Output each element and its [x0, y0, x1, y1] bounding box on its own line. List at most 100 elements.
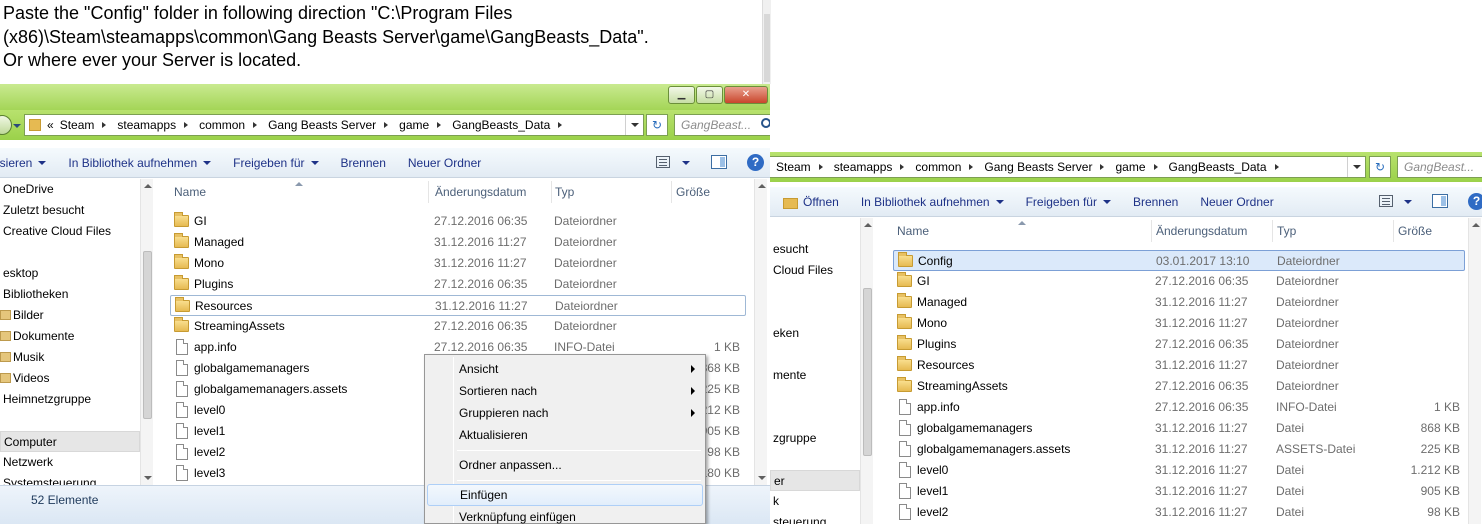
change-view-icon[interactable] — [1379, 195, 1393, 207]
menu-item-group-by[interactable]: Gruppieren nach — [427, 402, 703, 424]
nav-item[interactable] — [770, 302, 860, 323]
nav-item[interactable]: Musik — [0, 347, 140, 368]
file-list-scrollbar[interactable] — [754, 179, 767, 485]
menu-item-sort-by[interactable]: Sortieren nach — [427, 380, 703, 402]
nav-item[interactable]: Heimnetzgruppe — [0, 389, 140, 410]
close-button[interactable]: ✕ — [724, 86, 768, 104]
column-header-type[interactable]: Typ — [1273, 220, 1394, 242]
file-row[interactable]: app.info 27.12.2016 06:35 INFO-Datei 1 KB — [893, 397, 1465, 418]
scrollbar-thumb[interactable] — [143, 251, 152, 419]
file-row[interactable]: StreamingAssets 27.12.2016 06:35 Dateiordn… — [893, 376, 1465, 397]
breadcrumb-item[interactable]: game — [393, 118, 446, 132]
breadcrumb-item[interactable]: GangBeasts_Data — [446, 118, 567, 132]
new-folder-button[interactable]: Neuer Ordner — [397, 156, 492, 170]
nav-item[interactable]: steuerung — [770, 512, 860, 524]
nav-item[interactable] — [770, 344, 860, 365]
file-row[interactable]: Managed 31.12.2016 11:27 Dateiordner — [893, 292, 1465, 313]
file-row[interactable]: GI 27.12.2016 06:35 Dateiordner — [170, 211, 746, 232]
address-dropdown-icon[interactable] — [625, 115, 643, 135]
minimize-button[interactable]: ▁ — [668, 86, 695, 104]
share-with-button[interactable]: Freigeben für — [1015, 195, 1122, 209]
nav-item[interactable]: k — [770, 491, 860, 512]
back-button[interactable] — [0, 115, 12, 135]
add-to-library-button[interactable]: In Bibliothek aufnehmen — [57, 156, 222, 170]
menu-item-refresh[interactable]: Aktualisieren — [427, 424, 703, 446]
nav-item[interactable]: esktop — [0, 263, 140, 284]
file-row[interactable]: Managed 31.12.2016 11:27 Dateiordner — [170, 232, 746, 253]
column-header-date[interactable]: Änderungsdatum — [431, 181, 552, 203]
nav-item[interactable]: mente — [770, 365, 860, 386]
file-row[interactable]: StreamingAssets 27.12.2016 06:35 Dateiordn… — [170, 316, 746, 337]
file-row[interactable]: level2 31.12.2016 11:27 Datei 98 KB — [893, 502, 1465, 523]
scroll-down-icon[interactable] — [758, 476, 766, 480]
column-header-size[interactable]: Größe — [1394, 220, 1464, 242]
nav-item[interactable] — [770, 281, 860, 302]
refresh-icon[interactable]: ↻ — [1369, 156, 1391, 178]
column-header-size[interactable]: Größe — [672, 181, 750, 203]
nav-item[interactable] — [0, 242, 140, 263]
menu-item-customize-folder[interactable]: Ordner anpassen... — [427, 454, 703, 476]
nav-item[interactable]: Bibliotheken — [0, 284, 140, 305]
file-row[interactable]: Mono 31.12.2016 11:27 Dateiordner — [170, 253, 746, 274]
scroll-up-icon[interactable] — [864, 223, 872, 227]
preview-pane-icon[interactable] — [1432, 194, 1448, 208]
file-row[interactable]: Mono 31.12.2016 11:27 Dateiordner — [893, 313, 1465, 334]
file-row[interactable]: Resources 31.12.2016 11:27 Dateiordner — [170, 295, 746, 316]
scrollbar-thumb[interactable] — [863, 288, 872, 456]
menu-item-paste-shortcut[interactable]: Verknüpfung einfügen — [427, 506, 703, 524]
scroll-down-icon[interactable] — [144, 476, 152, 480]
nav-item[interactable]: Netzwerk — [0, 452, 140, 473]
search-icon[interactable] — [761, 118, 770, 128]
nav-item[interactable] — [770, 407, 860, 428]
nav-item[interactable] — [770, 386, 860, 407]
navigation-scrollbar[interactable] — [860, 218, 873, 524]
file-row[interactable]: globalgamemanagers.assets 31.12.2016 11:2… — [893, 439, 1465, 460]
scroll-up-icon[interactable] — [1472, 223, 1480, 227]
menu-item-view[interactable]: Ansicht — [427, 358, 703, 380]
nav-item[interactable]: esucht — [770, 239, 860, 260]
scroll-up-icon[interactable] — [758, 184, 766, 188]
breadcrumb-item[interactable]: common — [193, 118, 262, 132]
nav-item[interactable] — [0, 410, 140, 431]
file-row[interactable]: level1 31.12.2016 11:27 Datei 905 KB — [893, 481, 1465, 502]
nav-item[interactable]: Systemsteuerung — [0, 473, 140, 485]
breadcrumb-item[interactable]: Gang Beasts Server — [978, 160, 1109, 174]
history-dropdown-icon[interactable] — [13, 124, 21, 128]
refresh-icon[interactable]: ↻ — [646, 114, 668, 136]
nav-item[interactable]: OneDrive — [0, 179, 140, 200]
nav-item[interactable]: er — [770, 470, 860, 491]
open-button[interactable]: Öffnen — [770, 195, 850, 209]
nav-item[interactable]: Cloud Files — [770, 260, 860, 281]
column-header-date[interactable]: Änderungsdatum — [1152, 220, 1273, 242]
chevron-down-icon[interactable] — [1404, 200, 1412, 204]
burn-button[interactable]: Brennen — [1122, 195, 1189, 209]
nav-item[interactable]: Creative Cloud Files — [0, 221, 140, 242]
new-folder-button[interactable]: Neuer Ordner — [1189, 195, 1284, 209]
file-row[interactable]: globalgamemanagers 31.12.2016 11:27 Datei 8… — [893, 418, 1465, 439]
title-bar[interactable]: ▁ ▢ ✕ — [0, 84, 770, 110]
nav-item[interactable]: Bilder — [0, 305, 140, 326]
file-row[interactable]: Resources 31.12.2016 11:27 Dateiordner — [893, 355, 1465, 376]
change-view-icon[interactable] — [656, 156, 670, 168]
breadcrumb-item[interactable]: Steam — [770, 160, 828, 174]
file-row[interactable]: Config 03.01.2017 13:10 Dateiordner — [893, 250, 1465, 271]
breadcrumb-item[interactable]: GangBeasts_Data — [1163, 160, 1284, 174]
file-row[interactable]: level0 31.12.2016 11:27 Datei 1.212 KB — [893, 460, 1465, 481]
nav-item[interactable]: Videos — [0, 368, 140, 389]
menu-item-paste[interactable]: Einfügen — [427, 484, 703, 506]
chevron-down-icon[interactable] — [682, 161, 690, 165]
maximize-button[interactable]: ▢ — [696, 86, 723, 104]
search-input[interactable]: GangBeast... — [674, 114, 770, 136]
navigation-scrollbar[interactable] — [140, 179, 153, 485]
breadcrumb-item[interactable]: steamapps — [828, 160, 910, 174]
file-list-scrollbar[interactable] — [1468, 218, 1481, 524]
instruction-scrollbar[interactable] — [762, 0, 771, 84]
breadcrumb-item[interactable]: Gang Beasts Server — [262, 118, 393, 132]
scroll-up-icon[interactable] — [144, 184, 152, 188]
address-bar[interactable]: Steam steamapps common Gang Beasts Server ga… — [770, 156, 1366, 178]
breadcrumb-overflow[interactable]: « — [47, 118, 54, 132]
breadcrumb-item[interactable]: steamapps — [111, 118, 193, 132]
nav-item[interactable] — [770, 218, 860, 239]
organize-button[interactable]: isieren — [0, 156, 57, 170]
nav-item[interactable]: Computer — [0, 431, 140, 452]
